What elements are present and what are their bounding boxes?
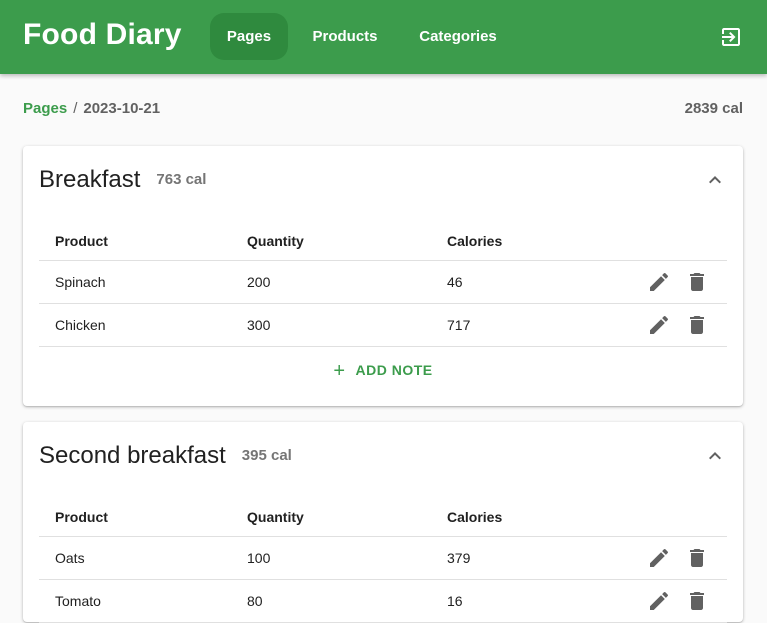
meal-table: Product Quantity Calories Spinach 200 46…	[39, 222, 727, 347]
column-actions	[621, 222, 727, 261]
delete-icon[interactable]	[685, 546, 709, 570]
nav-pages[interactable]: Pages	[210, 13, 288, 60]
meal-calories: 395 cal	[241, 447, 292, 464]
meal-card-breakfast: Breakfast 763 cal Product Quantity Calori…	[23, 146, 743, 406]
edit-icon[interactable]	[647, 270, 671, 294]
table-row: Spinach 200 46	[39, 260, 727, 304]
add-note-label: ADD NOTE	[355, 362, 433, 378]
column-quantity: Quantity	[231, 222, 431, 261]
logout-icon[interactable]	[719, 25, 743, 49]
delete-icon[interactable]	[685, 270, 709, 294]
cell-quantity: 200	[231, 260, 431, 304]
meal-title: Second breakfast 395 cal	[39, 442, 292, 470]
meal-title: Breakfast 763 cal	[39, 166, 206, 194]
breadcrumb-separator: /	[73, 100, 78, 117]
cell-actions	[621, 536, 727, 580]
table-row: Tomato 80 16	[39, 579, 727, 623]
cell-actions	[621, 579, 727, 623]
app-bar: Food Diary Pages Products Categories	[0, 0, 767, 74]
column-quantity: Quantity	[231, 498, 431, 537]
chevron-up-icon[interactable]	[703, 168, 727, 192]
plus-icon: +	[333, 360, 346, 382]
edit-icon[interactable]	[647, 589, 671, 613]
table-row: Oats 100 379	[39, 536, 727, 580]
page-total-calories: 2839 cal	[684, 100, 743, 117]
table-row: Chicken 300 717	[39, 303, 727, 347]
column-product: Product	[39, 498, 231, 537]
breadcrumb: Pages / 2023-10-21	[23, 100, 160, 117]
cell-calories: 717	[431, 303, 621, 347]
column-calories: Calories	[431, 498, 621, 537]
cell-calories: 46	[431, 260, 621, 304]
add-note-button[interactable]: + ADD NOTE	[23, 360, 743, 383]
cell-calories: 16	[431, 579, 621, 623]
cell-product: Spinach	[39, 260, 231, 304]
cell-quantity: 300	[231, 303, 431, 347]
meal-table: Product Quantity Calories Oats 100 379 T…	[39, 498, 727, 623]
cell-product: Oats	[39, 536, 231, 580]
breadcrumb-pages-link[interactable]: Pages	[23, 100, 67, 117]
delete-icon[interactable]	[685, 589, 709, 613]
cell-product: Chicken	[39, 303, 231, 347]
cell-actions	[621, 260, 727, 304]
breadcrumb-current-date: 2023-10-21	[83, 100, 161, 117]
column-calories: Calories	[431, 222, 621, 261]
edit-icon[interactable]	[647, 546, 671, 570]
nav-categories[interactable]: Categories	[400, 13, 516, 60]
delete-icon[interactable]	[685, 313, 709, 337]
column-product: Product	[39, 222, 231, 261]
cell-calories: 379	[431, 536, 621, 580]
cell-product: Tomato	[39, 579, 231, 623]
nav-products[interactable]: Products	[296, 13, 394, 60]
table-header-row: Product Quantity Calories	[39, 222, 727, 261]
meal-card-second-breakfast: Second breakfast 395 cal Product Quantity…	[23, 422, 743, 623]
table-header-row: Product Quantity Calories	[39, 498, 727, 537]
chevron-up-icon[interactable]	[703, 444, 727, 468]
meal-name: Breakfast	[39, 166, 141, 193]
cell-quantity: 100	[231, 536, 431, 580]
cell-quantity: 80	[231, 579, 431, 623]
edit-icon[interactable]	[647, 313, 671, 337]
cell-actions	[621, 303, 727, 347]
meal-name: Second breakfast	[39, 442, 226, 469]
app-title[interactable]: Food Diary	[23, 18, 182, 52]
meal-calories: 763 cal	[156, 171, 207, 188]
column-actions	[621, 498, 727, 537]
